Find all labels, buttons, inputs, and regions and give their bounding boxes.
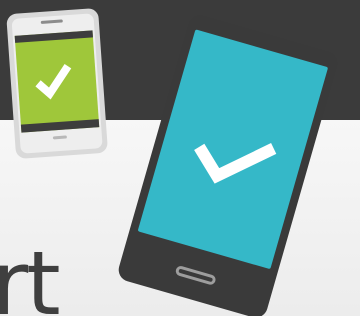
hero-illustration: rt bbox=[0, 0, 360, 316]
heading-fragment: rt bbox=[0, 232, 61, 316]
tablet-screen bbox=[138, 29, 328, 269]
